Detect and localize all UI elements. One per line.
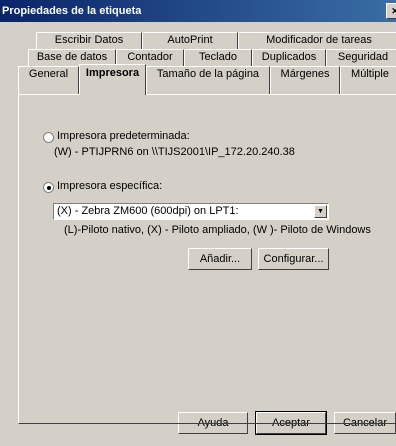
tab-autoprint[interactable]: AutoPrint	[142, 32, 238, 49]
tab-duplicados[interactable]: Duplicados	[252, 49, 326, 66]
tab-tamano-de-la-pagina[interactable]: Tamaño de la página	[146, 66, 270, 94]
tab-modificador-de-tareas[interactable]: Modificador de tareas	[238, 32, 396, 49]
close-icon: ✕	[391, 6, 396, 16]
tab-seguridad[interactable]: Seguridad	[326, 49, 396, 66]
close-button[interactable]: ✕	[386, 3, 396, 19]
tab-multiple[interactable]: Múltiple	[340, 66, 396, 94]
tab-teclado[interactable]: Teclado	[184, 49, 252, 66]
tab-escribir-datos[interactable]: Escribir Datos	[36, 32, 142, 49]
window-title: Propiedades de la etiqueta	[2, 5, 142, 17]
tab-general[interactable]: General	[18, 66, 79, 94]
printer-panel	[18, 94, 396, 424]
tab-impresora[interactable]: Impresora	[79, 64, 146, 95]
title-bar: Propiedades de la etiqueta ✕	[0, 0, 396, 22]
tab-margenes[interactable]: Márgenes	[270, 66, 340, 94]
